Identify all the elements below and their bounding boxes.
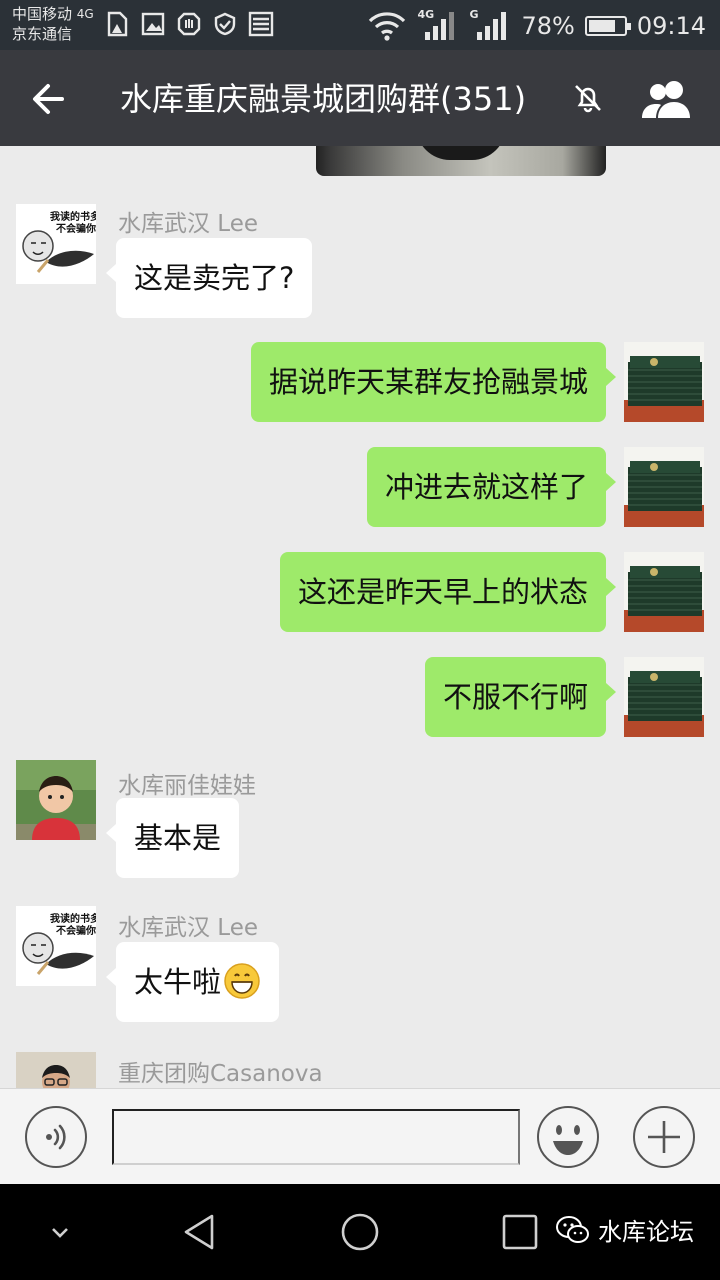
sender-name: 水库武汉 Lee xyxy=(118,915,259,941)
notification-icons xyxy=(104,10,274,38)
sender-name: 重庆团购Casanova xyxy=(118,1061,323,1087)
battery-icon xyxy=(584,16,631,36)
hide-keyboard-chevron-icon[interactable] xyxy=(32,1204,88,1260)
meme-text-1: 我读的书多 xyxy=(50,210,96,223)
chat-header: 水库重庆融景城团购群(351) xyxy=(0,50,720,146)
avatar[interactable] xyxy=(624,447,704,527)
emoji-picker-icon[interactable] xyxy=(536,1105,600,1169)
back-triangle-icon[interactable] xyxy=(172,1204,228,1260)
chat-message-list[interactable]: 我读的书多 不会骗你 水库武汉 Lee 这是卖完了? 据说昨天某群友抢融景城 冲… xyxy=(0,146,720,1088)
hand-icon xyxy=(177,12,201,36)
system-status: 4G G 78% 09:14 xyxy=(367,6,706,46)
back-arrow-icon[interactable] xyxy=(24,74,74,124)
message-bubble[interactable]: 太牛啦 xyxy=(105,942,280,1022)
message-text: 太牛啦 xyxy=(134,965,222,999)
wechat-logo-icon xyxy=(556,1215,589,1243)
message-bubble[interactable]: 冲进去就这样了 xyxy=(366,447,617,527)
clock: 09:14 xyxy=(636,12,706,40)
mute-bell-icon xyxy=(575,85,601,113)
watermark: 水库论坛 xyxy=(556,1212,694,1247)
signal-g: G xyxy=(469,8,511,44)
book-stack-avatar-image xyxy=(624,552,704,632)
sim-warning-icon xyxy=(107,11,128,37)
avatar[interactable] xyxy=(624,342,704,422)
recent-apps-square-icon[interactable] xyxy=(492,1204,548,1260)
home-circle-icon[interactable] xyxy=(332,1204,388,1260)
storage-icon xyxy=(248,11,274,37)
battery-level xyxy=(588,20,616,32)
grinning-emoji-icon xyxy=(224,963,260,999)
avatar[interactable] xyxy=(624,552,704,632)
meme-avatar-image: 我读的书多 不会骗你 xyxy=(16,906,96,986)
meme-text-2: 不会骗你 xyxy=(56,924,96,937)
meme-text-2: 不会骗你 xyxy=(56,222,96,235)
carrier-info: 中国移动 4G 京东通信 xyxy=(12,4,94,44)
sender-name: 水库武汉 Lee xyxy=(118,211,259,237)
watermark-text: 水库论坛 xyxy=(598,1218,694,1246)
message-input-bar xyxy=(0,1088,720,1184)
sender-name: 水库丽佳娃娃 xyxy=(118,773,256,799)
wifi-icon xyxy=(369,12,406,41)
signal-4g: 4G xyxy=(417,8,459,44)
carrier-network-type: 4G xyxy=(76,7,94,21)
voice-input-icon[interactable] xyxy=(24,1105,88,1169)
book-stack-avatar-image xyxy=(624,342,704,422)
carrier-name: 中国移动 xyxy=(12,5,73,23)
carrier-name-2: 京东通信 xyxy=(12,25,73,43)
avatar[interactable] xyxy=(16,1052,96,1088)
message-text-input[interactable] xyxy=(112,1109,520,1165)
signal-4g-label: 4G xyxy=(417,8,435,21)
book-stack-avatar-image xyxy=(624,447,704,527)
shield-icon xyxy=(214,12,236,36)
child-avatar-image xyxy=(16,760,96,840)
message-bubble[interactable]: 基本是 xyxy=(105,798,240,878)
book-stack-avatar-image xyxy=(624,657,704,737)
image-message-partial[interactable] xyxy=(316,146,606,176)
signal-g-label: G xyxy=(469,8,479,21)
avatar[interactable]: 我读的书多 不会骗你 xyxy=(16,204,96,284)
image-icon xyxy=(141,12,165,36)
avatar[interactable] xyxy=(624,657,704,737)
message-bubble[interactable]: 不服不行啊 xyxy=(424,657,617,737)
message-bubble[interactable]: 这还是昨天早上的状态 xyxy=(279,552,617,632)
meme-text-1: 我读的书多 xyxy=(50,912,96,925)
message-bubble[interactable]: 据说昨天某群友抢融景城 xyxy=(250,342,617,422)
system-navigation-bar: 水库论坛 xyxy=(0,1184,720,1280)
avatar[interactable] xyxy=(16,760,96,840)
group-members-icon[interactable] xyxy=(638,74,698,124)
message-bubble[interactable]: 这是卖完了? xyxy=(105,238,313,318)
meme-avatar-image: 我读的书多 不会骗你 xyxy=(16,204,96,284)
person-avatar-image xyxy=(16,1052,96,1088)
status-bar: 中国移动 4G 京东通信 4G G 78% 09:14 xyxy=(0,0,720,50)
battery-percent: 78% xyxy=(521,12,575,40)
more-options-plus-icon[interactable] xyxy=(632,1105,696,1169)
avatar[interactable]: 我读的书多 不会骗你 xyxy=(16,906,96,986)
page-title: 水库重庆融景城团购群(351) xyxy=(120,80,527,118)
